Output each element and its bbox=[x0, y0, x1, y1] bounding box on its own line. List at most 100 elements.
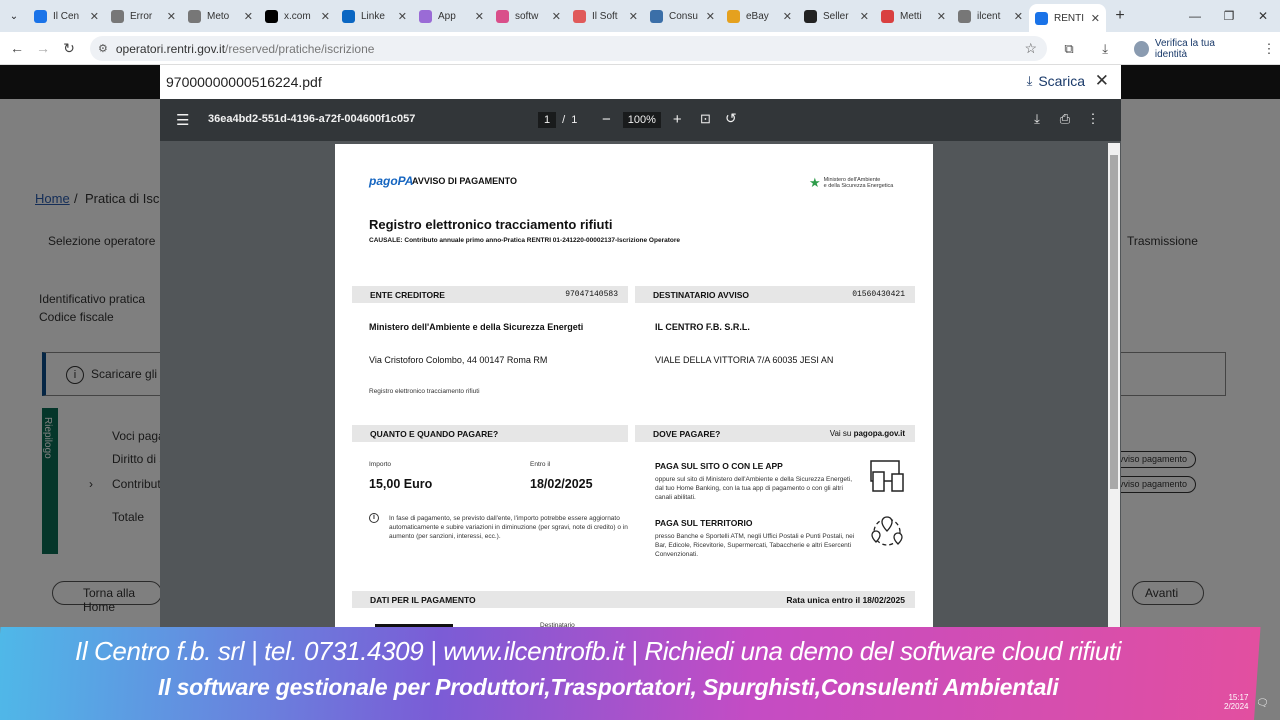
creditor-name: Ministero dell'Ambiente e della Sicurezz… bbox=[369, 322, 584, 332]
tab-5[interactable]: App ✕ bbox=[413, 0, 490, 32]
tab-8[interactable]: Consu ✕ bbox=[644, 0, 721, 32]
flag-icon bbox=[496, 9, 509, 23]
ebay-icon bbox=[727, 9, 740, 23]
print-icon[interactable]: ⎙ bbox=[1051, 111, 1079, 127]
tab-close-icon[interactable]: ✕ bbox=[629, 10, 638, 23]
notification-icon[interactable]: 🗨 bbox=[1256, 698, 1269, 709]
tab-close-icon[interactable]: ✕ bbox=[321, 10, 330, 23]
bookmark-star-icon[interactable]: ☆ bbox=[1024, 40, 1037, 57]
globe-icon bbox=[188, 9, 201, 23]
fit-page-icon[interactable]: ⊡ bbox=[700, 111, 711, 127]
tab-label: ilcent bbox=[977, 10, 1001, 22]
tab-7[interactable]: Il Soft ✕ bbox=[567, 0, 644, 32]
back-button[interactable]: ← bbox=[4, 40, 30, 56]
tab-label: RENTI bbox=[1054, 12, 1084, 24]
taskbar-clock[interactable]: 15:17 2/2024 bbox=[1224, 693, 1248, 711]
info-note: In fase di pagamento, se previsto dall'e… bbox=[389, 515, 628, 540]
tab-10[interactable]: Seller ✕ bbox=[798, 0, 875, 32]
payment-data-bar: DATI PER IL PAGAMENTO Rata unica entro il… bbox=[352, 591, 915, 608]
tab-close-icon[interactable]: ✕ bbox=[244, 10, 253, 23]
tab-2[interactable]: Meto ✕ bbox=[182, 0, 259, 32]
tab-close-icon[interactable]: ✕ bbox=[783, 10, 792, 23]
tab-close-icon[interactable]: ✕ bbox=[167, 10, 176, 23]
where-hint: Vai su bbox=[829, 429, 854, 438]
recipient-name: IL CENTRO F.B. S.R.L. bbox=[655, 322, 750, 332]
zoom-level[interactable]: 100% bbox=[622, 111, 661, 128]
close-window-button[interactable]: ✕ bbox=[1246, 0, 1280, 32]
creditor-label: ENTE CREDITORE bbox=[370, 289, 445, 300]
downloads-icon[interactable]: ⤓ bbox=[1094, 41, 1116, 57]
due-value: 18/02/2025 bbox=[530, 477, 593, 491]
close-modal-button[interactable]: ✕ bbox=[1095, 71, 1109, 91]
tab-close-icon[interactable]: ✕ bbox=[1014, 10, 1023, 23]
creditor-bar: ENTE CREDITORE 97047140583 bbox=[352, 286, 628, 303]
tab-close-icon[interactable]: ✕ bbox=[475, 10, 484, 23]
where-label: DOVE PAGARE? bbox=[653, 428, 721, 439]
pdf-page: pagoPA AVVISO DI PAGAMENTO ★ Ministero d… bbox=[335, 144, 933, 629]
tab-label: Consu bbox=[669, 10, 698, 22]
tab-4[interactable]: Linke ✕ bbox=[336, 0, 413, 32]
tab-12[interactable]: ilcent ✕ bbox=[952, 0, 1029, 32]
tab-6[interactable]: softw ✕ bbox=[490, 0, 567, 32]
minimize-button[interactable]: — bbox=[1178, 0, 1212, 32]
url-text[interactable]: operatori.rentri.gov.it/reserved/pratich… bbox=[116, 42, 375, 56]
ministry-logo: ★ Ministero dell'Ambiente e della Sicurez… bbox=[809, 175, 893, 191]
tab-close-icon[interactable]: ✕ bbox=[706, 10, 715, 23]
due-label: Entro il bbox=[530, 461, 551, 468]
new-tab-button[interactable]: + bbox=[1106, 7, 1134, 25]
tab-close-icon[interactable]: ✕ bbox=[398, 10, 407, 23]
promo-line-1: Il Centro f.b. srl | tel. 0731.4309 | ww… bbox=[75, 636, 1121, 666]
pdf-download-icon[interactable]: ⤓ bbox=[1023, 111, 1051, 127]
tab-label: Il Soft bbox=[592, 10, 618, 22]
tab-close-icon[interactable]: ✕ bbox=[1091, 12, 1100, 25]
link-icon bbox=[1035, 11, 1048, 25]
maximize-button[interactable]: ❐ bbox=[1212, 0, 1246, 32]
download-button[interactable]: ⤓ Scarica bbox=[1027, 73, 1085, 89]
x-logo-icon bbox=[265, 9, 278, 23]
tab-close-icon[interactable]: ✕ bbox=[860, 10, 869, 23]
modal-header: 97000000000516224.pdf ⤓ Scarica ✕ bbox=[160, 65, 1121, 99]
tab-11[interactable]: Metti ✕ bbox=[875, 0, 952, 32]
menu-hamburger-icon[interactable]: ☰ bbox=[176, 111, 189, 129]
site-info-icon[interactable]: ⚙ bbox=[98, 42, 108, 55]
amount-value: 15,00 Euro bbox=[369, 477, 433, 491]
extensions-icon[interactable]: ⧉ bbox=[1058, 41, 1080, 57]
tab-1[interactable]: Error ✕ bbox=[105, 0, 182, 32]
doc-title: Registro elettronico tracciamento rifiut… bbox=[369, 217, 613, 232]
recipient-label: DESTINATARIO AVVISO bbox=[653, 289, 750, 300]
forward-button[interactable]: → bbox=[30, 40, 56, 56]
pdf-filename: 97000000000516224.pdf bbox=[166, 74, 322, 90]
tab-0[interactable]: Il Cen ✕ bbox=[28, 0, 105, 32]
tab-search-button[interactable]: ⌄ bbox=[0, 0, 28, 32]
avatar bbox=[1134, 40, 1149, 57]
tab-label: Meto bbox=[207, 10, 230, 22]
tab-close-icon[interactable]: ✕ bbox=[90, 10, 99, 23]
omnibox[interactable]: ⚙ operatori.rentri.gov.it/reserved/prati… bbox=[90, 36, 1047, 61]
recipient-bar: DESTINATARIO AVVISO 01560430421 bbox=[635, 286, 915, 303]
tab-13[interactable]: RENTI ✕ bbox=[1029, 4, 1106, 32]
tab-3[interactable]: x.com ✕ bbox=[259, 0, 336, 32]
pdf-toolbar-actions: ⤓ ⎙ ⋮ bbox=[1023, 111, 1107, 127]
toolbar-right: ⧉ ⤓ Verifica la tua identità ⋮ bbox=[1058, 32, 1280, 65]
more-options-icon[interactable]: ⋮ bbox=[1079, 111, 1107, 127]
page-input[interactable]: 1 bbox=[538, 112, 557, 128]
zoom-out-button[interactable]: − bbox=[602, 111, 611, 128]
profile-verify-button[interactable]: Verifica la tua identità bbox=[1134, 38, 1242, 60]
when-bar: QUANTO E QUANDO PAGARE? bbox=[352, 425, 628, 442]
when-label: QUANTO E QUANDO PAGARE? bbox=[370, 428, 499, 439]
address-bar-row: ← → ↻ ⚙ operatori.rentri.gov.it/reserved… bbox=[0, 32, 1280, 65]
star-icon: ★ bbox=[809, 175, 821, 190]
promo-line-2: Il software gestionale per Produttori,Tr… bbox=[158, 674, 1059, 700]
tab-close-icon[interactable]: ✕ bbox=[552, 10, 561, 23]
pdf-scrollbar-thumb[interactable] bbox=[1110, 155, 1118, 489]
tab-close-icon[interactable]: ✕ bbox=[937, 10, 946, 23]
verify-label: Verifica la tua identità bbox=[1154, 37, 1215, 60]
download-label: Scarica bbox=[1038, 73, 1085, 89]
rotate-icon[interactable]: ↺ bbox=[725, 110, 737, 127]
zoom-controls: −100% + bbox=[598, 111, 686, 128]
page-separator: / bbox=[562, 114, 572, 126]
zoom-in-button[interactable]: + bbox=[673, 111, 682, 128]
menu-icon[interactable]: ⋮ bbox=[1258, 41, 1280, 57]
tab-9[interactable]: eBay ✕ bbox=[721, 0, 798, 32]
reload-button[interactable]: ↻ bbox=[56, 40, 82, 57]
